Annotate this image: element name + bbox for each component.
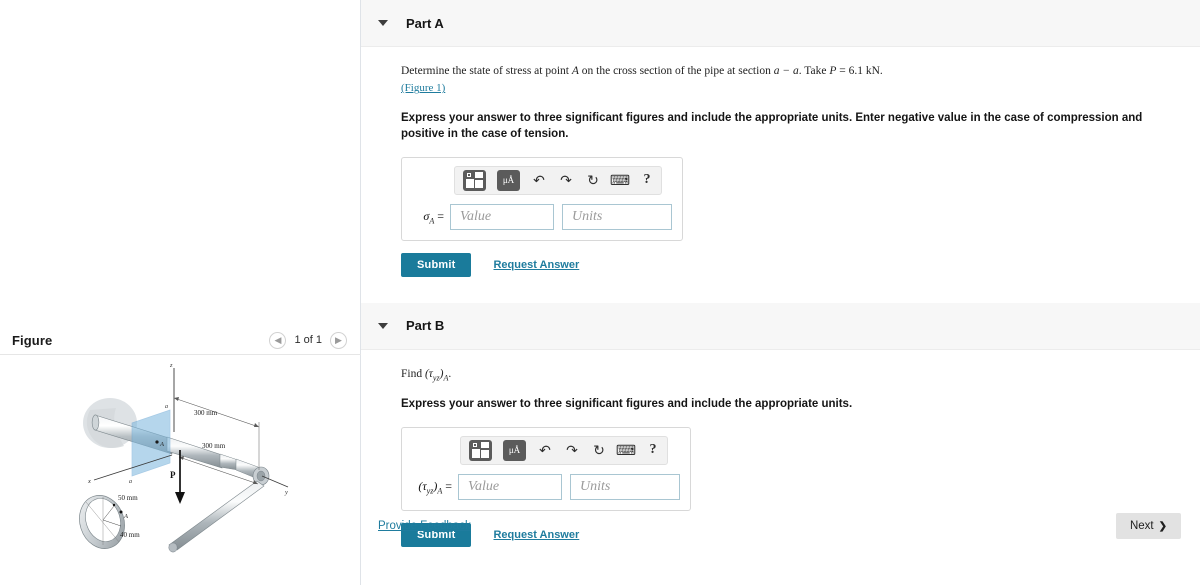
part-a-submit-button[interactable]: Submit [401,252,472,277]
part-a-variable-label: σA = [412,209,450,225]
keyboard-icon[interactable]: ⌨ [616,443,636,457]
help-icon[interactable]: ? [645,443,661,457]
figure-1-link[interactable]: (Figure 1) [401,82,445,94]
question-panel: Part A Determine the state of stress at … [361,0,1200,585]
part-a-block: Part A Determine the state of stress at … [361,0,1200,277]
part-a-submit-row: Submit Request Answer [401,252,1180,277]
svg-text:40 mm: 40 mm [120,531,140,539]
prompt-unit: kN [865,65,880,77]
part-b-value-input[interactable]: Value [458,473,562,500]
part-b-instruction: Express your answer to three significant… [401,398,853,411]
chevron-left-icon[interactable]: ◀ [269,331,287,349]
svg-text:50 mm: 50 mm [118,494,138,502]
prompt-text-take: . Take [798,65,830,77]
chevron-right-icon[interactable]: ▶ [330,331,347,349]
math-template-icon[interactable] [463,169,486,191]
reset-circle-icon[interactable]: ↻ [591,443,607,457]
part-a-body: Determine the state of stress at point A… [361,47,1200,277]
part-b-math-toolbar: μÅ ↶ ↷ ↻ ⌨ ? [460,435,668,465]
svg-text:P: P [170,470,176,480]
svg-text:A: A [123,513,128,520]
prompt-tau-open: (τ [424,367,433,380]
page-footer: Provide Feedback Next ❯ [361,513,1200,539]
part-a-entry-row: σA = Value Units [412,203,672,230]
svg-text:a: a [165,404,168,410]
part-b-prompt: Find (τyz)A. [401,366,1180,384]
chevron-right-icon: ❯ [1158,520,1167,532]
undo-arrow-icon[interactable]: ↶ [531,173,547,187]
part-b-block: Part B Find (τyz)A. Express your answer … [361,302,1200,547]
part-a-units-input[interactable]: Units [562,203,672,230]
part-a-request-answer-link[interactable]: Request Answer [493,259,579,271]
help-icon[interactable]: ? [639,173,655,187]
part-a-value-input[interactable]: Value [450,203,554,230]
variable-open: (τ [418,478,427,493]
caret-down-icon[interactable] [378,322,388,329]
part-b-label: Part B [406,318,445,334]
pipe-assembly-diagram: z a a A x y 300 mm 300 mm P 50 mm A 40 m… [79,362,289,553]
part-a-prompt: Determine the state of stress at point A… [401,63,1180,98]
prompt-text-mid: on the cross section of the pipe at sect… [578,65,774,77]
prompt-text-pre: Determine the state of stress at point [401,65,572,77]
figure-panel: Figure ◀ 1 of 1 ▶ z a a A x y 300 mm 300… [0,0,361,585]
variable-point: A [437,486,443,495]
part-b-header[interactable]: Part B [361,302,1200,350]
part-a-answer-box: μÅ ↶ ↷ ↻ ⌨ ? σA = Value Units [401,156,683,241]
svg-text:300 mm: 300 mm [194,409,218,417]
prompt-b-end: . [448,367,452,380]
part-a-label: Part A [406,15,444,31]
variable-equals: = [437,208,444,223]
svg-text:x: x [87,478,91,485]
units-mu-angstrom-icon[interactable]: μÅ [497,169,520,191]
redo-arrow-icon[interactable]: ↷ [558,173,574,187]
part-b-answer-box: μÅ ↶ ↷ ↻ ⌨ ? (τyz)A = Value Units [401,426,691,511]
keyboard-icon[interactable]: ⌨ [610,173,630,187]
part-a-instruction: Express your answer to three significant… [401,111,1143,141]
redo-arrow-icon[interactable]: ↷ [564,443,580,457]
svg-text:z: z [169,362,173,369]
prompt-value: = 6.1 [836,65,863,77]
part-b-units-input[interactable]: Units [570,473,680,500]
part-b-variable-label: (τyz)A = [412,479,458,495]
svg-text:300 mm: 300 mm [202,442,226,450]
exercise-page: Figure ◀ 1 of 1 ▶ z a a A x y 300 mm 300… [0,0,1200,585]
figure-pager: ◀ 1 of 1 ▶ [269,331,347,349]
figure-panel-title: Figure [12,332,53,348]
prompt-find-text: Find [401,367,425,380]
units-mu-angstrom-icon[interactable]: μÅ [503,439,526,461]
svg-text:a: a [129,479,132,485]
reset-circle-icon[interactable]: ↻ [585,173,601,187]
caret-down-icon[interactable] [378,20,388,26]
prompt-text-end: . [879,65,883,77]
next-button[interactable]: Next ❯ [1115,513,1181,539]
variable-equals: = [445,478,452,493]
provide-feedback-link[interactable]: Provide Feedback [378,520,471,532]
prompt-var-a: A [571,65,579,77]
figure-page-count: 1 of 1 [294,334,322,346]
figure-image[interactable]: z a a A x y 300 mm 300 mm P 50 mm A 40 m… [0,360,361,585]
part-b-entry-row: (τyz)A = Value Units [412,473,680,500]
prompt-section-label: a − a [773,65,799,77]
math-template-icon[interactable] [469,439,492,461]
part-a-header[interactable]: Part A [361,0,1200,47]
svg-text:y: y [284,489,288,496]
figure-panel-header: Figure ◀ 1 of 1 ▶ [0,326,361,355]
next-button-label: Next [1129,520,1154,532]
undo-arrow-icon[interactable]: ↶ [537,443,553,457]
prompt-tau-subscript: yz [432,373,440,383]
variable-subscript: A [429,216,435,226]
part-a-math-toolbar: μÅ ↶ ↷ ↻ ⌨ ? [454,165,662,195]
svg-text:A: A [159,441,164,448]
